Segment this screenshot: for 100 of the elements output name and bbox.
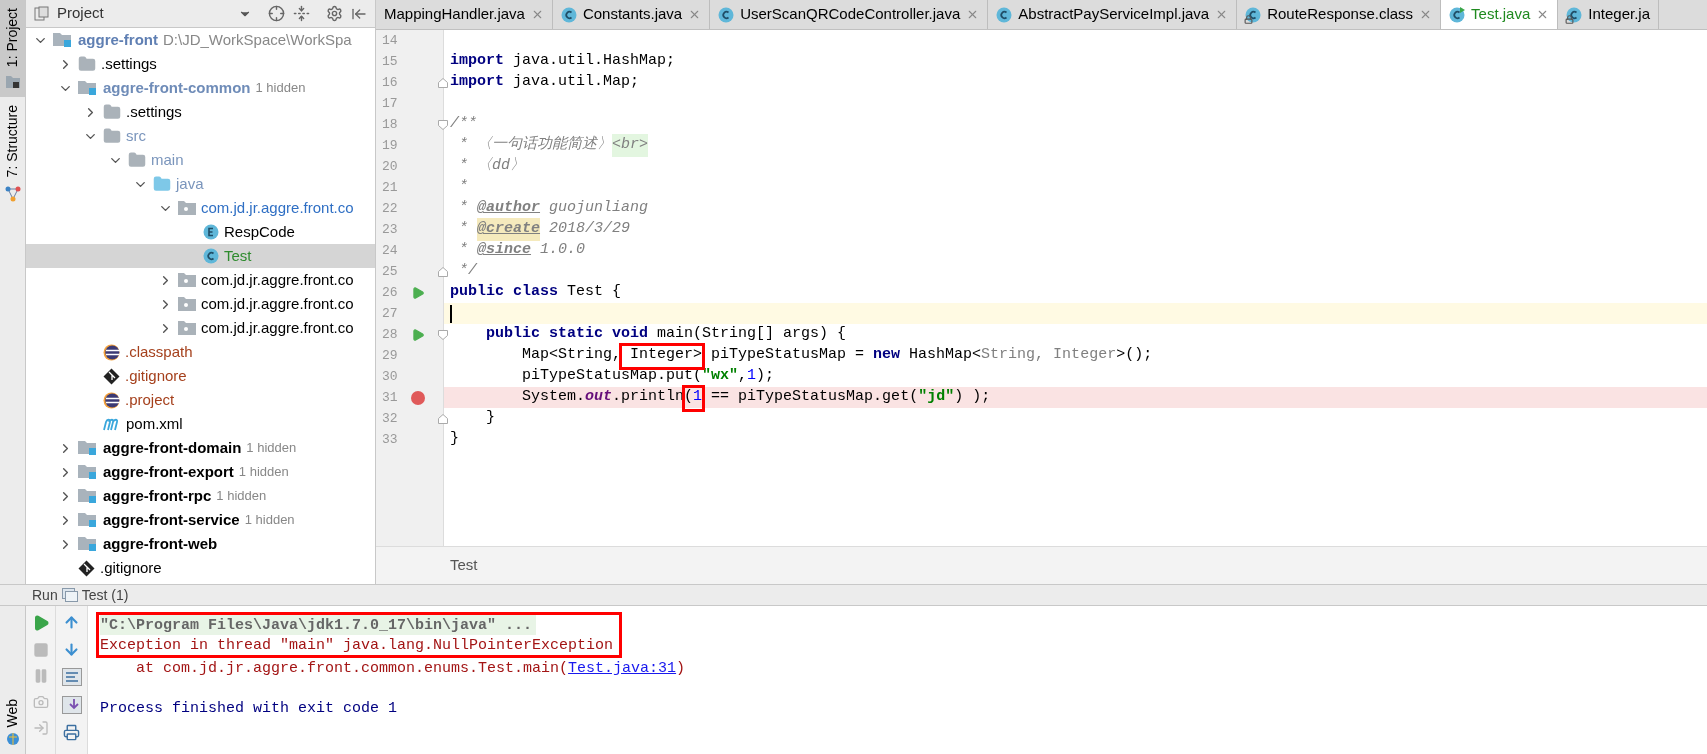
class-icon xyxy=(1566,6,1583,23)
wrap-icon[interactable] xyxy=(61,668,82,686)
tab-label: Test.java xyxy=(1471,4,1531,25)
up-arrow-icon[interactable] xyxy=(63,614,80,631)
tree-item[interactable]: pom.xml xyxy=(26,412,375,436)
code-token: 2018/3/29 xyxy=(548,219,631,240)
code-token: } xyxy=(485,408,495,429)
fold-icon[interactable] xyxy=(438,413,448,424)
editor-tab[interactable]: Test.java xyxy=(1441,0,1559,29)
line-number: 33 xyxy=(381,430,399,449)
code-token: /** xyxy=(450,114,477,135)
module-folder-icon xyxy=(78,536,98,552)
class-icon xyxy=(1245,6,1262,23)
run-tab[interactable]: Test (1) xyxy=(81,584,129,606)
code-token: piTypeStatusMap.put( xyxy=(521,366,703,387)
tree-item[interactable]: aggre-front-web xyxy=(26,532,375,556)
settings-icon[interactable] xyxy=(326,5,343,22)
fold-icon[interactable] xyxy=(438,77,448,88)
tree-item[interactable]: .gitignore xyxy=(26,364,375,388)
console-command: "C:\Program Files\Java\jdk1.7.0_17\bin\java" ... xyxy=(100,615,537,635)
package-icon xyxy=(178,272,196,288)
fold-icon[interactable] xyxy=(438,329,448,340)
tool-window-tab[interactable]: 7: Structure xyxy=(0,97,25,210)
run-icon[interactable] xyxy=(411,327,425,342)
breadcrumb[interactable]: Test xyxy=(450,554,478,577)
collapse-icon[interactable] xyxy=(293,5,310,22)
folder-icon xyxy=(153,175,171,193)
line-number: 32 xyxy=(381,409,399,428)
item-label: .settings xyxy=(126,101,182,122)
item-label: aggre-front-export xyxy=(103,461,234,482)
tab-label: MappingHandler.java xyxy=(384,4,525,25)
structure-icon xyxy=(4,185,21,202)
code-token: */ xyxy=(458,261,477,282)
fold-icon[interactable] xyxy=(438,119,448,130)
tool-window-label[interactable]: Web xyxy=(2,699,23,728)
tree-item[interactable]: aggre-front-service 1 hidden xyxy=(26,508,375,532)
code-token: public class xyxy=(450,282,559,303)
code-token: String, Integer xyxy=(981,345,1117,366)
tree-item[interactable]: .gitignore xyxy=(26,556,375,580)
source-link[interactable]: Test.java:31 xyxy=(568,660,677,677)
tree-item[interactable]: com.jd.jr.aggre.front.co xyxy=(26,316,375,340)
eclipse-icon xyxy=(103,391,120,409)
breakpoint-icon[interactable] xyxy=(411,390,425,405)
folder-icon xyxy=(103,103,121,121)
package-icon xyxy=(178,320,196,336)
code-token: * xyxy=(458,177,468,198)
tree-item[interactable]: .classpath xyxy=(26,340,375,364)
code-token: import xyxy=(450,51,504,72)
git-icon xyxy=(103,367,120,385)
line-number: 19 xyxy=(381,136,399,155)
line-number: 17 xyxy=(381,94,399,113)
line-number: 24 xyxy=(381,241,399,260)
tree-item[interactable]: com.jd.jr.aggre.front.co xyxy=(26,292,375,316)
tree-item[interactable]: com.jd.jr.aggre.front.co xyxy=(26,268,375,292)
class-icon xyxy=(1449,6,1466,23)
line-number: 30 xyxy=(381,367,399,386)
tool-window-tab[interactable]: 1: Project xyxy=(0,0,25,98)
module-folder-icon xyxy=(78,80,98,96)
tree-item[interactable]: com.jd.jr.aggre.front.co xyxy=(26,196,375,220)
item-label: main xyxy=(151,149,184,170)
code-token: out xyxy=(585,387,613,408)
code-token: "wx" xyxy=(702,366,739,387)
tree-item[interactable]: aggre-front-common 1 hidden xyxy=(26,76,375,100)
item-hint: D:\JD_WorkSpace\WorkSpa xyxy=(163,29,352,50)
folder-icon xyxy=(103,127,121,145)
run-icon[interactable] xyxy=(411,285,425,300)
item-hint: 1 hidden xyxy=(244,511,295,530)
locate-icon[interactable] xyxy=(268,5,285,22)
line-number: 31 xyxy=(381,388,399,407)
item-label: pom.xml xyxy=(126,413,183,434)
tree-item[interactable]: .settings xyxy=(26,100,375,124)
code-token: <br> xyxy=(612,134,649,157)
fold-icon[interactable] xyxy=(438,266,448,277)
tab-label: AbstractPayServiceImpl.java xyxy=(1018,4,1210,25)
tree-item[interactable]: aggre-front D:\JD_WorkSpace\WorkSpa xyxy=(26,28,375,52)
item-label: .gitignore xyxy=(125,365,187,386)
code-token: 1 xyxy=(747,366,757,387)
scroll-to-end-icon[interactable] xyxy=(61,696,82,714)
code-token: ) ); xyxy=(954,387,991,408)
tree-item[interactable]: aggre-front-export 1 hidden xyxy=(26,460,375,484)
tree-item[interactable]: aggre-front-domain 1 hidden xyxy=(26,436,375,460)
tab-label: RouteResponse.class xyxy=(1267,4,1414,25)
print-icon[interactable] xyxy=(63,724,80,741)
tree-item[interactable]: .project xyxy=(26,388,375,412)
tree-item[interactable]: .settings xyxy=(26,52,375,76)
item-hint: 1 hidden xyxy=(246,439,297,458)
item-label: Test xyxy=(224,245,252,266)
item-label: RespCode xyxy=(224,221,295,242)
tree-item[interactable]: aggre-front-rpc 1 hidden xyxy=(26,484,375,508)
class-icon xyxy=(560,6,577,23)
item-hint: 1 hidden xyxy=(216,487,267,506)
down-arrow-icon[interactable] xyxy=(63,641,80,658)
tree-item[interactable]: RespCode xyxy=(26,220,375,244)
code-token: HashMap< xyxy=(908,345,982,366)
line-number: 16 xyxy=(381,73,399,92)
code-token: public static void xyxy=(485,324,649,345)
item-label: com.jd.jr.aggre.front.co xyxy=(201,317,354,338)
globe-icon xyxy=(5,732,20,746)
code-token: Test { xyxy=(566,282,622,303)
item-label: aggre-front-service xyxy=(103,509,240,530)
